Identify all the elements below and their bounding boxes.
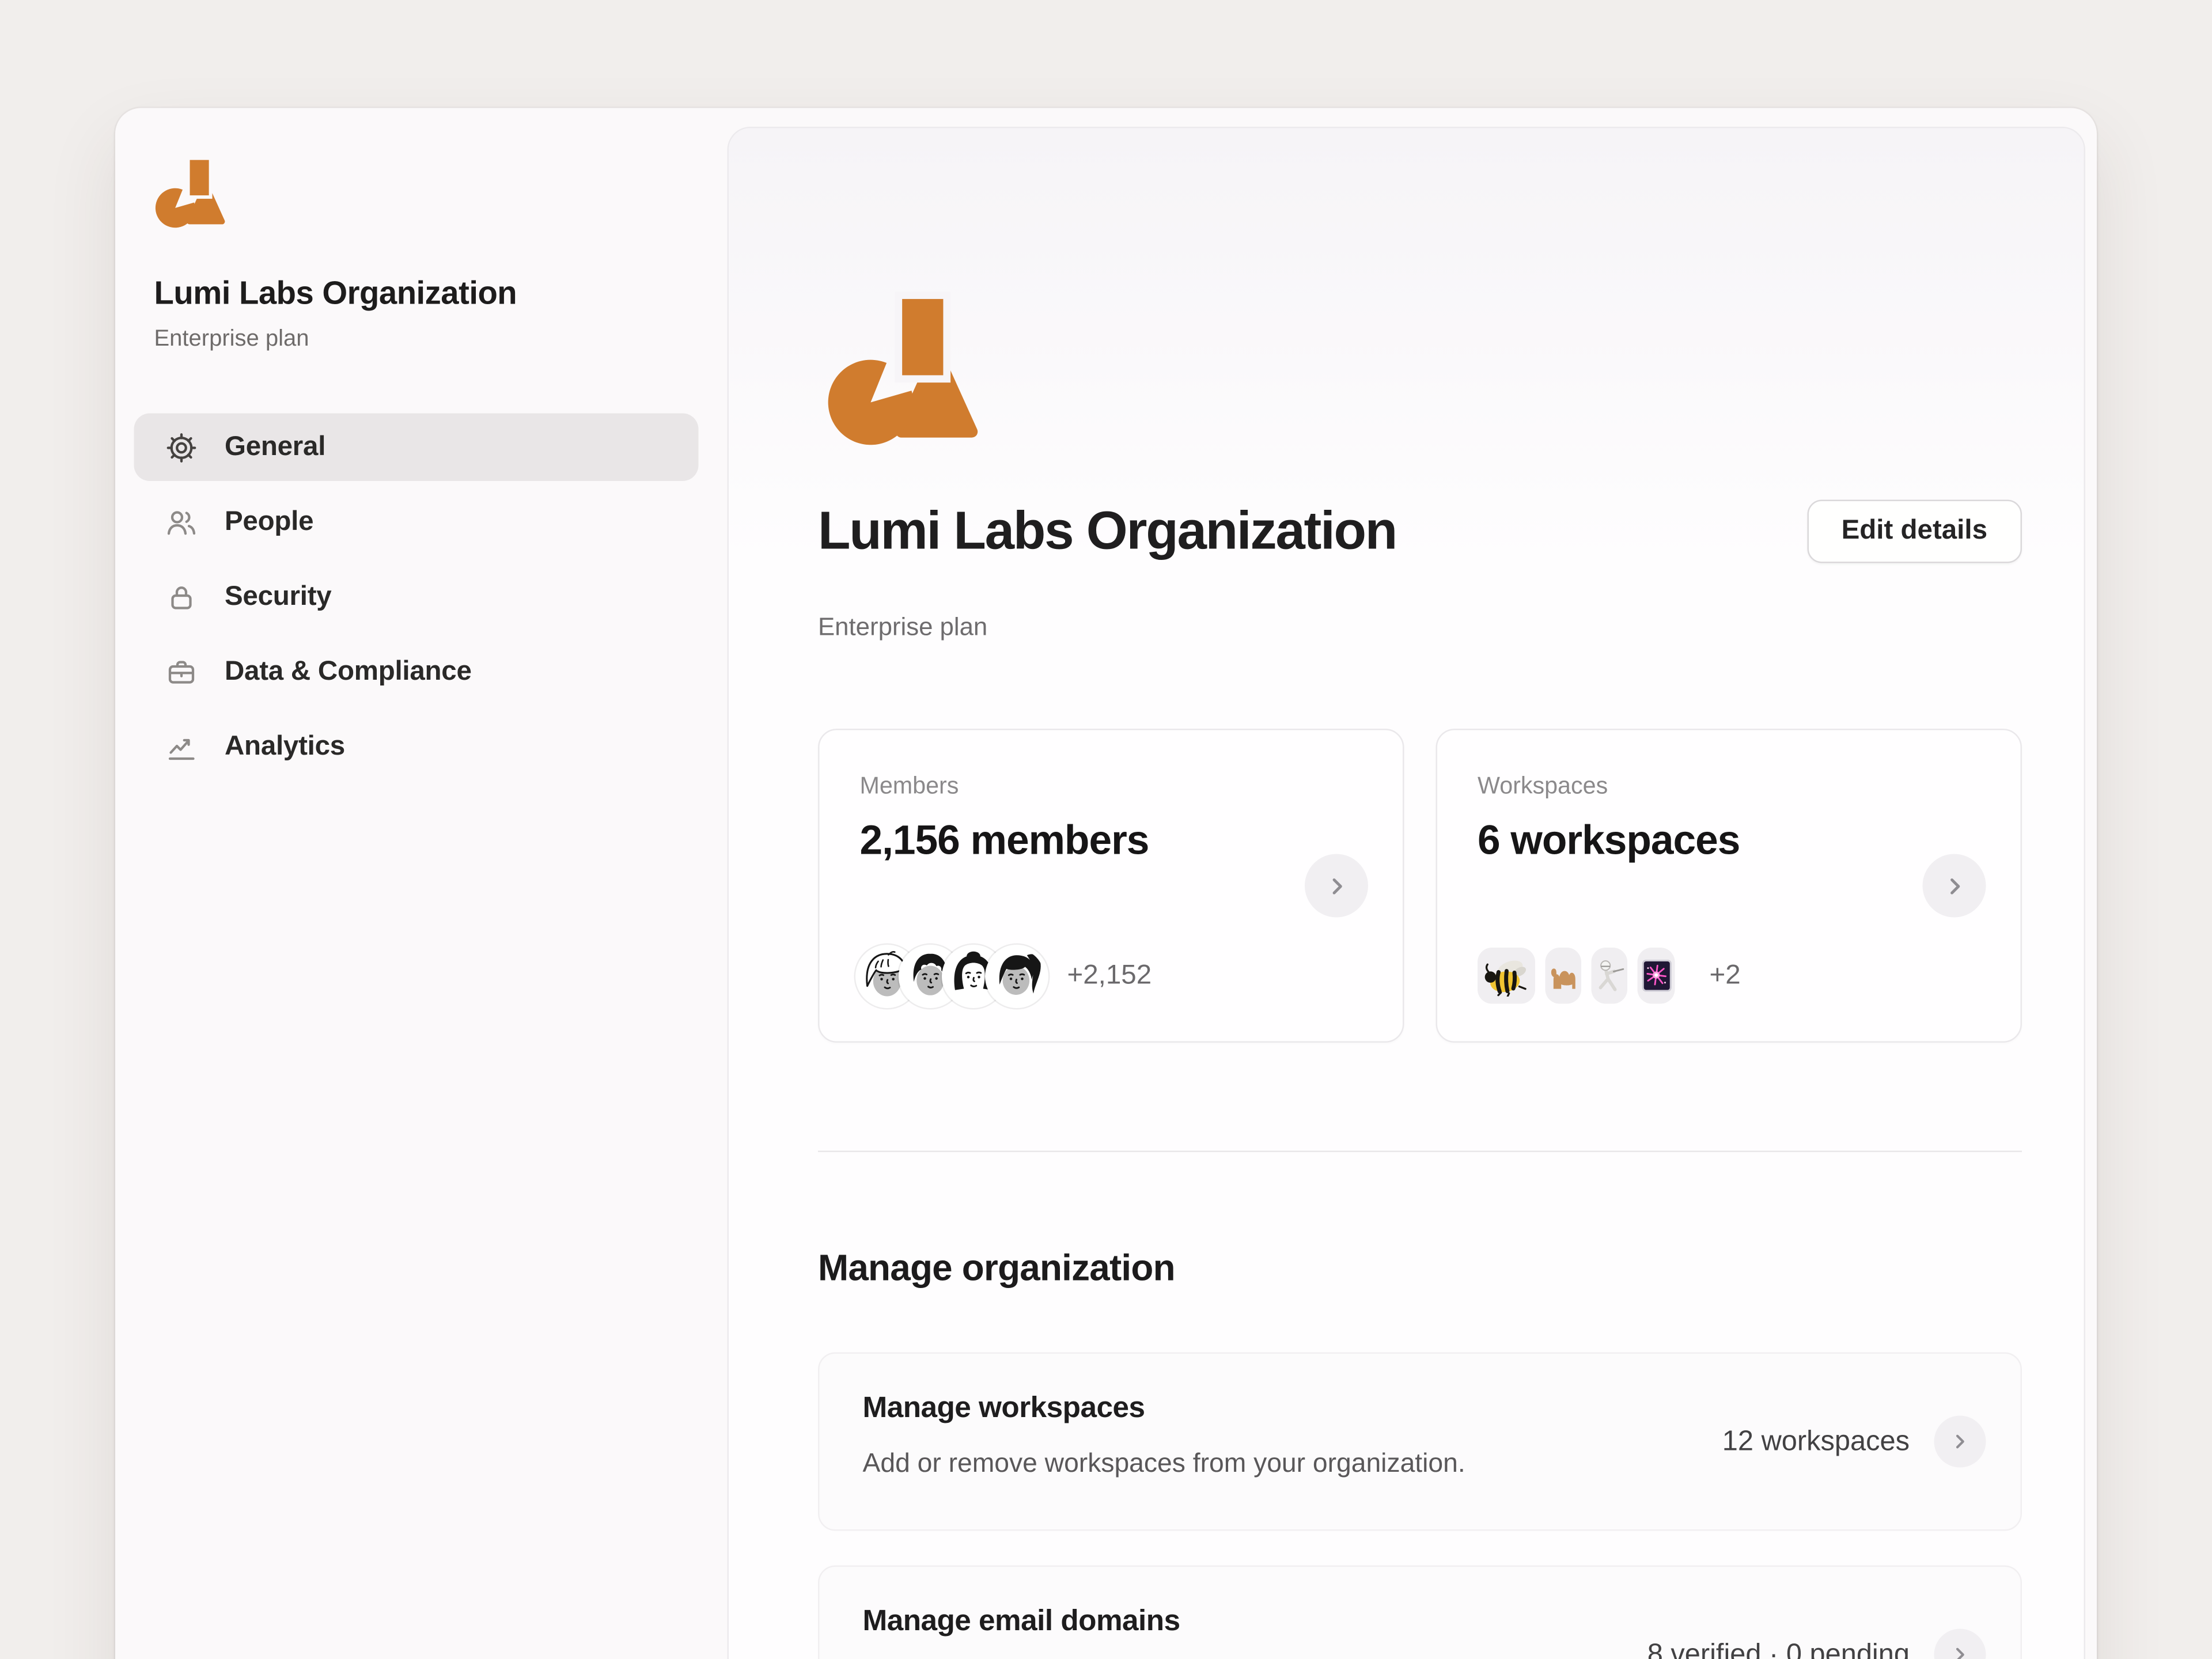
sidebar-item-general[interactable]: General <box>134 413 699 481</box>
org-logo <box>154 156 229 230</box>
sidebar-org-plan: Enterprise plan <box>154 327 309 352</box>
workspace-emoji-tiles <box>1478 948 1685 1004</box>
sidebar-item-people[interactable]: People <box>134 488 699 556</box>
gear-icon <box>164 430 199 464</box>
manage-workspaces-chevron-button[interactable] <box>1934 1415 1986 1468</box>
manage-email-domains-row[interactable]: Manage email domains Verify email domain… <box>818 1565 2022 1659</box>
members-overflow-count: +2,152 <box>1067 960 1152 991</box>
edit-details-button[interactable]: Edit details <box>1806 499 2022 563</box>
sidebar-item-label: People <box>225 506 314 537</box>
camel-emoji <box>1545 948 1581 1004</box>
sidebar-item-security[interactable]: Security <box>134 563 699 631</box>
avatar <box>989 949 1044 1004</box>
people-icon <box>164 505 199 539</box>
members-card[interactable]: Members 2,156 members +2,152 <box>818 729 1404 1043</box>
sidebar-item-analytics[interactable]: Analytics <box>134 713 699 781</box>
plan-subtitle: Enterprise plan <box>818 612 988 641</box>
fencer-emoji <box>1591 948 1627 1004</box>
org-logo-large <box>825 290 987 451</box>
chevron-right-icon <box>1321 870 1352 901</box>
manage-workspaces-row[interactable]: Manage workspaces Add or remove workspac… <box>818 1352 2022 1531</box>
workspaces-card-label: Workspaces <box>1478 773 1608 800</box>
members-card-label: Members <box>859 773 959 800</box>
domains-status-badge: 8 verified · 0 pending <box>1647 1638 1910 1659</box>
screen: Lumi Labs Organization Enterprise plan G… <box>0 0 2212 1659</box>
sidebar-item-label: General <box>225 431 326 462</box>
manage-organization-heading: Manage organization <box>818 1248 1176 1289</box>
sidebar-item-data-compliance[interactable]: Data & Compliance <box>134 638 699 706</box>
fireworks-emoji <box>1637 948 1675 1004</box>
bee-emoji <box>1478 948 1535 1004</box>
chevron-right-icon <box>1939 870 1969 901</box>
sidebar: Lumi Labs Organization Enterprise plan G… <box>115 108 728 1659</box>
workspaces-overflow-count: +2 <box>1709 960 1741 990</box>
line-chart-icon <box>164 729 199 764</box>
sidebar-item-label: Data & Compliance <box>225 656 472 687</box>
app-window: Lumi Labs Organization Enterprise plan G… <box>115 108 2097 1659</box>
page-title: Lumi Labs Organization <box>818 501 1397 560</box>
lock-icon <box>164 579 199 614</box>
workspaces-count-badge: 12 workspaces <box>1722 1425 1910 1457</box>
members-count: 2,156 members <box>859 818 1150 864</box>
main-panel: Lumi Labs Organization Edit details Ente… <box>727 127 2085 1659</box>
sidebar-item-label: Analytics <box>225 730 345 762</box>
workspaces-card[interactable]: Workspaces 6 workspaces +2 <box>1435 729 2022 1043</box>
sidebar-nav: General People Security Data & Complianc… <box>134 413 699 788</box>
members-chevron-button[interactable] <box>1305 854 1368 918</box>
member-avatars <box>859 949 1044 1004</box>
stats-row: Members 2,156 members +2,152 Workspaces … <box>818 729 2022 1043</box>
workspaces-count: 6 workspaces <box>1478 818 1740 864</box>
briefcase-icon <box>164 654 199 689</box>
workspaces-chevron-button[interactable] <box>1922 854 1986 918</box>
manage-email-domains-chevron-button[interactable] <box>1934 1628 1986 1659</box>
sidebar-item-label: Security <box>225 581 332 612</box>
sidebar-org-name: Lumi Labs Organization <box>154 275 517 312</box>
section-divider <box>818 1150 2022 1152</box>
